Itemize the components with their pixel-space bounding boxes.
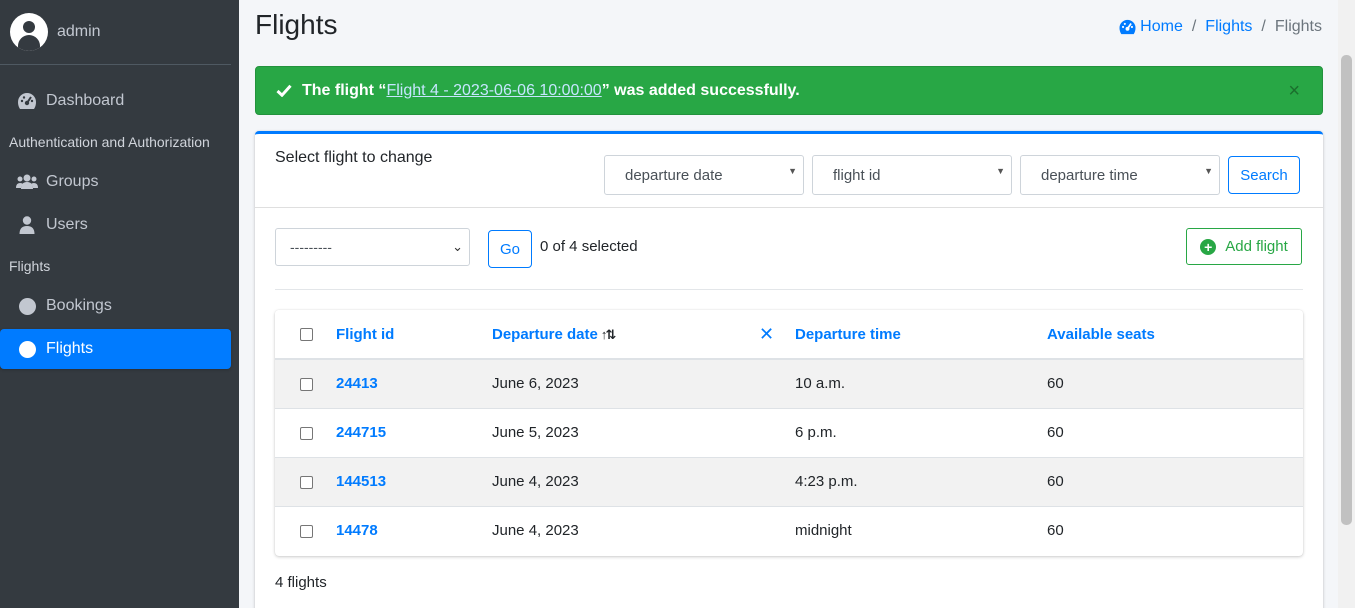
row-checkbox[interactable] xyxy=(300,377,313,391)
flight-id-link[interactable]: 24413 xyxy=(336,358,492,408)
circle-icon xyxy=(16,296,38,316)
flight-id-link[interactable]: 14478 xyxy=(336,505,492,555)
user-name: admin xyxy=(57,23,101,40)
departure-date-filter[interactable]: departure date ▼ xyxy=(604,155,804,195)
row-checkbox[interactable] xyxy=(300,524,313,538)
selected-count: 0 of 4 selected xyxy=(540,238,638,255)
alert-suffix: ” was added successfully. xyxy=(601,81,800,99)
seats-cell: 60 xyxy=(1047,407,1303,457)
breadcrumb-current: Flights xyxy=(1274,18,1322,35)
page-title: Flights xyxy=(255,9,338,40)
filter-label: departure date xyxy=(625,166,723,184)
alert-flight-link[interactable]: Flight 4 - 2023-06-06 10:00:00 xyxy=(386,82,601,100)
flight-id-filter[interactable]: flight id ▼ xyxy=(812,155,1012,195)
results-table: Flight id Departure date ↑⇅ ✕ Departure t… xyxy=(275,310,1303,556)
close-alert-button[interactable]: × xyxy=(1288,80,1300,103)
breadcrumb-flights-app[interactable]: Flights xyxy=(1205,18,1252,36)
departure-date-cell: June 6, 2023 xyxy=(492,358,759,408)
add-flight-button[interactable]: + Add flight xyxy=(1186,228,1302,265)
departure-time-cell: 10 a.m. xyxy=(795,358,1047,408)
sidebar-item-label: Bookings xyxy=(46,297,112,314)
search-button[interactable]: Search xyxy=(1228,156,1300,194)
departure-date-cell: June 4, 2023 xyxy=(492,456,759,506)
breadcrumb-home[interactable]: Home xyxy=(1118,18,1183,36)
table-header-row: Flight id Departure date ↑⇅ ✕ Departure t… xyxy=(275,310,1303,360)
select-all-checkbox[interactable] xyxy=(300,328,313,342)
departure-time-cell: 6 p.m. xyxy=(795,407,1047,457)
caret-down-icon: ▼ xyxy=(788,166,797,176)
sort-ascending-icon[interactable]: ↑⇅ xyxy=(601,327,616,343)
users-group-icon xyxy=(16,172,38,192)
actions-bar: --------- ⌄ Go 0 of 4 selected + Add fli… xyxy=(275,228,1303,290)
circle-icon xyxy=(16,339,38,359)
user-panel[interactable]: admin xyxy=(0,0,231,65)
seats-cell: 60 xyxy=(1047,505,1303,555)
success-alert: The flight “Flight 4 - 2023-06-06 10:00:… xyxy=(255,66,1323,115)
departure-date-cell: June 4, 2023 xyxy=(492,505,759,555)
column-header-flight-id[interactable]: Flight id xyxy=(336,310,492,360)
card-title: Select flight to change xyxy=(275,149,433,166)
chevron-down-icon: ⌄ xyxy=(452,239,463,254)
plus-circle-icon: + xyxy=(1200,238,1217,255)
breadcrumb: Home / Flights / Flights xyxy=(1118,18,1322,36)
user-icon xyxy=(16,215,38,235)
sidebar-item-label: Groups xyxy=(46,173,99,190)
filter-label: flight id xyxy=(833,166,881,184)
column-header-departure-time[interactable]: Departure time xyxy=(795,310,1047,360)
row-checkbox[interactable] xyxy=(300,426,313,440)
add-flight-label: Add flight xyxy=(1225,238,1288,255)
departure-time-cell: midnight xyxy=(795,505,1047,555)
sidebar-item-flights[interactable]: Flights xyxy=(0,329,231,369)
departure-date-cell: June 5, 2023 xyxy=(492,407,759,457)
action-select-value: --------- xyxy=(290,239,332,255)
sidebar-item-label: Users xyxy=(46,216,88,233)
sidebar-item-dashboard[interactable]: Dashboard xyxy=(0,81,231,121)
sidebar-item-label: Flights xyxy=(46,340,94,357)
scrollbar-thumb[interactable] xyxy=(1341,55,1352,525)
page-scrollbar[interactable] xyxy=(1338,0,1355,608)
user-avatar-icon xyxy=(10,13,48,51)
result-count: 4 flights xyxy=(275,574,327,591)
flight-id-link[interactable]: 144513 xyxy=(336,456,492,506)
table-row: 144513 June 4, 2023 4:23 p.m. 60 xyxy=(275,456,1303,506)
sidebar-item-users[interactable]: Users xyxy=(0,205,231,245)
sidebar-item-label: Dashboard xyxy=(46,92,125,109)
departure-time-cell: 4:23 p.m. xyxy=(795,456,1047,506)
dashboard-icon xyxy=(16,91,38,111)
table-row: 244715 June 5, 2023 6 p.m. 60 xyxy=(275,407,1303,457)
column-header-available-seats[interactable]: Available seats xyxy=(1047,310,1303,360)
caret-down-icon: ▼ xyxy=(1204,166,1213,176)
table-row: 24413 June 6, 2023 10 a.m. 60 xyxy=(275,358,1303,408)
seats-cell: 60 xyxy=(1047,358,1303,408)
nav-header-flights: Flights xyxy=(9,257,51,274)
caret-down-icon: ▼ xyxy=(996,166,1005,176)
go-button[interactable]: Go xyxy=(488,230,532,268)
card-header: Select flight to change departure date ▼… xyxy=(255,134,1323,208)
alert-prefix: The flight “ xyxy=(302,81,387,99)
sidebar-item-bookings[interactable]: Bookings xyxy=(0,286,231,326)
check-icon xyxy=(276,84,292,97)
table-row: 14478 June 4, 2023 midnight 60 xyxy=(275,505,1303,555)
sidebar-item-groups[interactable]: Groups xyxy=(0,162,231,202)
remove-sort-icon[interactable]: ✕ xyxy=(759,310,795,360)
breadcrumb-label: Home xyxy=(1140,18,1183,35)
nav-header-auth: Authentication and Authorization xyxy=(9,133,210,150)
row-checkbox[interactable] xyxy=(300,475,313,489)
flight-id-link[interactable]: 244715 xyxy=(336,407,492,457)
departure-time-filter[interactable]: departure time ▼ xyxy=(1020,155,1220,195)
seats-cell: 60 xyxy=(1047,456,1303,506)
column-header-label: Departure date xyxy=(492,325,598,343)
changelist-card: Select flight to change departure date ▼… xyxy=(255,131,1323,608)
main-content: Flights Home / Flights / Flights The fli… xyxy=(239,0,1338,608)
filter-label: departure time xyxy=(1041,166,1138,184)
sidebar: admin Dashboard Authentication and Autho… xyxy=(0,0,239,608)
column-header-departure-date[interactable]: Departure date ↑⇅ xyxy=(492,310,759,360)
dashboard-icon xyxy=(1118,19,1137,35)
action-select[interactable]: --------- ⌄ xyxy=(275,228,470,266)
